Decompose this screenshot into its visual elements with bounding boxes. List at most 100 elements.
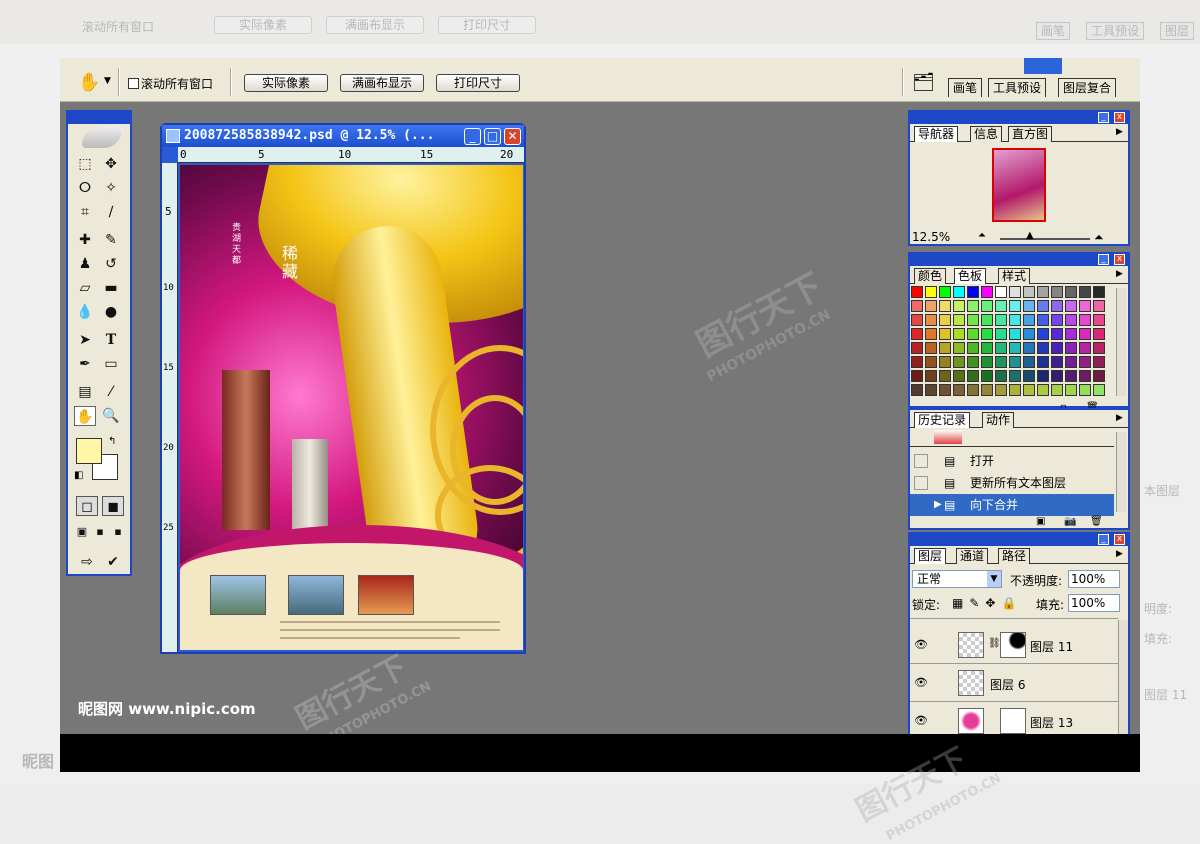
color-swatch[interactable] bbox=[939, 356, 951, 368]
eraser-tool-icon[interactable]: ▱ bbox=[74, 278, 96, 298]
color-swatch[interactable] bbox=[953, 384, 965, 396]
panel-close-button[interactable]: x bbox=[1114, 534, 1125, 545]
color-swatch[interactable] bbox=[953, 286, 965, 298]
default-colors-icon[interactable]: ◧ bbox=[74, 470, 83, 481]
screen-mode-3-icon[interactable]: ▪ bbox=[110, 522, 126, 542]
layer-row[interactable]: 👁 图层 6 bbox=[910, 664, 1118, 702]
color-swatch[interactable] bbox=[1093, 342, 1105, 354]
delete-state-icon[interactable]: 🗑 bbox=[1090, 516, 1103, 527]
path-select-icon[interactable]: ➤ bbox=[74, 330, 96, 350]
color-swatch[interactable] bbox=[995, 300, 1007, 312]
history-scrollbar[interactable] bbox=[1116, 432, 1126, 512]
chevron-down-icon[interactable]: ▼ bbox=[987, 571, 1001, 587]
color-swatch[interactable] bbox=[1065, 342, 1077, 354]
history-brush-icon[interactable]: ↺ bbox=[100, 254, 122, 274]
color-swatch[interactable] bbox=[911, 370, 923, 382]
color-swatch[interactable] bbox=[1079, 384, 1091, 396]
scroll-all-windows-checkbox[interactable]: 滚动所有窗口 bbox=[128, 75, 213, 92]
well-tab-layer-comps[interactable]: 图层复合 bbox=[1058, 78, 1117, 97]
history-brush-source[interactable] bbox=[914, 454, 928, 468]
type-tool-icon[interactable]: T bbox=[100, 330, 122, 350]
panel-minimize-button[interactable]: _ bbox=[1098, 112, 1109, 123]
tab-color[interactable]: 颜色 bbox=[914, 268, 947, 284]
screen-mode-1-icon[interactable]: ▣ bbox=[74, 522, 90, 542]
tab-histogram[interactable]: 直方图 bbox=[1008, 126, 1053, 142]
color-swatch[interactable] bbox=[1037, 314, 1049, 326]
layer-mask-thumbnail[interactable] bbox=[1000, 632, 1026, 658]
file-browser-icon[interactable]: 🗂 bbox=[912, 72, 935, 93]
color-swatch[interactable] bbox=[967, 328, 979, 340]
color-swatch[interactable] bbox=[981, 300, 993, 312]
eye-icon[interactable]: 👁 bbox=[914, 638, 928, 651]
color-swatch[interactable] bbox=[1093, 370, 1105, 382]
tab-history[interactable]: 历史记录 bbox=[914, 412, 971, 428]
lasso-tool-icon[interactable]: ⵔ bbox=[74, 178, 96, 198]
color-swatch[interactable] bbox=[1037, 286, 1049, 298]
minimize-button[interactable]: _ bbox=[464, 128, 481, 145]
color-swatch[interactable] bbox=[1037, 356, 1049, 368]
dodge-tool-icon[interactable]: ● bbox=[100, 302, 122, 322]
color-swatch[interactable] bbox=[1093, 356, 1105, 368]
swatch-grid[interactable] bbox=[911, 286, 1111, 398]
new-snapshot-icon[interactable]: 📷 bbox=[1064, 516, 1076, 527]
color-swatch[interactable] bbox=[925, 314, 937, 326]
actual-pixels-button[interactable]: 实际像素 bbox=[244, 74, 328, 92]
chain-link-icon[interactable]: ⛓ bbox=[988, 638, 1001, 649]
brush-tool-icon[interactable]: ✎ bbox=[100, 230, 122, 250]
checkbox-box[interactable] bbox=[128, 78, 139, 89]
color-swatch[interactable] bbox=[1023, 370, 1035, 382]
panel-minimize-button[interactable]: _ bbox=[1098, 254, 1109, 265]
color-swatch[interactable] bbox=[981, 356, 993, 368]
color-swatch[interactable] bbox=[1009, 370, 1021, 382]
color-swatch[interactable] bbox=[953, 356, 965, 368]
eye-icon[interactable]: 👁 bbox=[914, 714, 928, 727]
color-swatch[interactable] bbox=[1009, 314, 1021, 326]
color-swatch[interactable] bbox=[967, 384, 979, 396]
color-swatch[interactable] bbox=[939, 300, 951, 312]
move-tool-icon[interactable]: ✥ bbox=[100, 154, 122, 174]
magic-wand-icon[interactable]: ✧ bbox=[100, 178, 122, 198]
maximize-button[interactable]: □ bbox=[484, 128, 501, 145]
color-swatch[interactable] bbox=[939, 370, 951, 382]
color-swatch[interactable] bbox=[1023, 328, 1035, 340]
color-swatch[interactable] bbox=[981, 342, 993, 354]
poster-canvas[interactable]: 贵湖天都 稀藏 bbox=[180, 165, 523, 650]
color-swatch[interactable] bbox=[1037, 328, 1049, 340]
color-swatch[interactable] bbox=[925, 300, 937, 312]
color-swatch[interactable] bbox=[967, 286, 979, 298]
color-swatch[interactable] bbox=[1065, 300, 1077, 312]
tab-info[interactable]: 信息 bbox=[970, 126, 1003, 142]
color-swatch[interactable] bbox=[981, 314, 993, 326]
tab-actions[interactable]: 动作 bbox=[982, 412, 1015, 428]
color-swatch[interactable] bbox=[953, 328, 965, 340]
color-swatch[interactable] bbox=[939, 328, 951, 340]
color-swatch[interactable] bbox=[1065, 356, 1077, 368]
color-swatch[interactable] bbox=[967, 342, 979, 354]
color-swatch[interactable] bbox=[1079, 314, 1091, 326]
shape-tool-icon[interactable]: ▭ bbox=[100, 354, 122, 374]
color-swatch[interactable] bbox=[925, 384, 937, 396]
blur-tool-icon[interactable]: 💧 bbox=[74, 302, 96, 322]
color-swatch[interactable] bbox=[1051, 300, 1063, 312]
zoom-slider-thumb[interactable]: ▲ bbox=[1026, 230, 1034, 241]
slice-tool-icon[interactable]: ∕ bbox=[100, 202, 122, 222]
history-brush-source[interactable] bbox=[914, 476, 928, 490]
crop-tool-icon[interactable]: ⌗ bbox=[74, 202, 96, 222]
tab-navigator[interactable]: 导航器 bbox=[914, 126, 959, 142]
color-swatch[interactable] bbox=[1009, 328, 1021, 340]
color-swatch[interactable] bbox=[995, 356, 1007, 368]
lock-icons[interactable]: ▦✎✥🔒 bbox=[952, 596, 1022, 610]
marquee-tool-icon[interactable]: ⬚ bbox=[74, 154, 96, 174]
color-swatch[interactable] bbox=[953, 314, 965, 326]
swap-colors-icon[interactable]: ↰ bbox=[108, 436, 116, 447]
color-swatch[interactable] bbox=[1093, 384, 1105, 396]
color-swatch[interactable] bbox=[1065, 328, 1077, 340]
color-swatch[interactable] bbox=[995, 314, 1007, 326]
panel-menu-icon[interactable]: ▶ bbox=[1116, 269, 1123, 279]
color-swatch[interactable] bbox=[1051, 286, 1063, 298]
navigator-thumbnail[interactable] bbox=[992, 148, 1046, 222]
gradient-tool-icon[interactable]: ▬ bbox=[100, 278, 122, 298]
layers-scrollbar[interactable] bbox=[1118, 620, 1128, 734]
color-swatch[interactable] bbox=[925, 356, 937, 368]
color-swatch[interactable] bbox=[939, 384, 951, 396]
